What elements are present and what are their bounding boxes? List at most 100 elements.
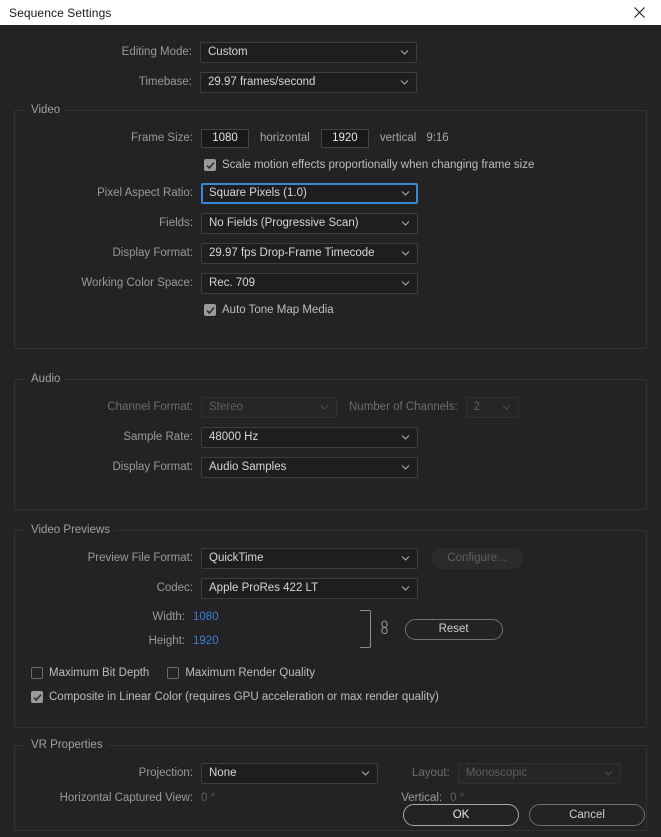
height-value[interactable]: 1920: [193, 635, 219, 647]
auto-tone-map-checkbox[interactable]: [204, 304, 216, 316]
sample-rate-value: 48000 Hz: [209, 431, 259, 443]
auto-tone-map-label: Auto Tone Map Media: [222, 304, 334, 316]
video-group: Video Frame Size: 1080 horizontal 1920 v…: [14, 104, 647, 349]
dimension-link-bracket: [359, 610, 371, 648]
dialog-footer: OK Cancel: [0, 793, 661, 837]
composite-linear-checkbox[interactable]: [31, 691, 43, 703]
fields-value: No Fields (Progressive Scan): [209, 217, 359, 229]
frame-height-input[interactable]: 1920: [320, 128, 369, 148]
sample-rate-row: Sample Rate: 48000 Hz: [15, 424, 646, 450]
video-display-format-value: 29.97 fps Drop-Frame Timecode: [209, 247, 375, 259]
layout-value: Monoscopic: [465, 767, 528, 779]
codec-value: Apple ProRes 422 LT: [209, 582, 319, 594]
editing-mode-value: Custom: [208, 46, 248, 58]
max-render-quality-label: Maximum Render Quality: [185, 667, 316, 679]
close-icon[interactable]: [617, 0, 661, 25]
width-row: Width:: [15, 605, 193, 629]
chevron-down-icon: [401, 433, 410, 442]
video-display-format-select[interactable]: 29.97 fps Drop-Frame Timecode: [201, 242, 418, 264]
number-of-channels-label: Number of Channels:: [349, 401, 458, 413]
configure-button: Configure...: [431, 547, 523, 569]
codec-row: Codec: Apple ProRes 422 LT: [15, 575, 646, 601]
pixel-aspect-select[interactable]: Square Pixels (1.0): [201, 182, 418, 204]
width-label: Width:: [152, 611, 185, 623]
preview-file-format-label: Preview File Format:: [87, 552, 193, 564]
layout-select: Monoscopic: [457, 762, 621, 784]
working-color-space-label: Working Color Space:: [81, 277, 193, 289]
chevron-down-icon: [320, 403, 329, 412]
auto-tone-map-checkbox-row[interactable]: Auto Tone Map Media: [204, 300, 646, 320]
max-bit-depth-checkbox[interactable]: [31, 667, 43, 679]
reset-button[interactable]: Reset: [404, 618, 503, 640]
audio-display-format-value: Audio Samples: [209, 461, 287, 473]
sequence-settings-dialog: Editing Mode: Custom Timebase: 29.97 fra…: [0, 25, 661, 837]
composite-linear-checkbox-row[interactable]: Composite in Linear Color (requires GPU …: [31, 687, 646, 707]
projection-value: None: [209, 767, 237, 779]
fields-label: Fields:: [159, 217, 193, 229]
chevron-down-icon: [400, 78, 409, 87]
height-label: Height:: [148, 635, 185, 647]
video-display-format-label: Display Format:: [112, 247, 193, 259]
timebase-value: 29.97 frames/second: [208, 76, 316, 88]
chevron-down-icon: [401, 554, 410, 563]
layout-label: Layout:: [412, 767, 450, 779]
scale-motion-checkbox[interactable]: [204, 159, 216, 171]
audio-group-legend: Audio: [26, 373, 66, 385]
audio-display-format-label: Display Format:: [112, 461, 193, 473]
working-color-space-select[interactable]: Rec. 709: [201, 272, 418, 294]
timebase-select[interactable]: 29.97 frames/second: [200, 71, 417, 93]
chevron-down-icon: [401, 463, 410, 472]
preview-file-format-select[interactable]: QuickTime: [201, 547, 418, 569]
pixel-aspect-row: Pixel Aspect Ratio: Square Pixels (1.0): [15, 180, 646, 206]
video-previews-group: Video Previews Preview File Format: Quic…: [14, 524, 647, 728]
chevron-down-icon: [401, 279, 410, 288]
frame-width-input[interactable]: 1080: [201, 128, 249, 148]
chevron-down-icon: [400, 48, 409, 57]
projection-select[interactable]: None: [201, 762, 378, 784]
sample-rate-select[interactable]: 48000 Hz: [201, 426, 418, 448]
preview-file-format-row: Preview File Format: QuickTime Configure…: [15, 545, 646, 571]
timebase-row: Timebase: 29.97 frames/second: [0, 69, 661, 95]
pixel-aspect-label: Pixel Aspect Ratio:: [97, 187, 193, 199]
pixel-aspect-value: Square Pixels (1.0): [209, 187, 307, 199]
preview-file-format-value: QuickTime: [209, 552, 264, 564]
video-display-format-row: Display Format: 29.97 fps Drop-Frame Tim…: [15, 240, 646, 266]
frame-size-row: Frame Size: 1080 horizontal 1920 vertica…: [15, 125, 646, 151]
chevron-down-icon: [401, 189, 410, 198]
ok-button[interactable]: OK: [403, 804, 519, 826]
aspect-ratio-text: 9:16: [426, 132, 449, 144]
scale-motion-checkbox-row[interactable]: Scale motion effects proportionally when…: [204, 155, 646, 175]
width-value[interactable]: 1080: [193, 611, 219, 623]
editing-mode-row: Editing Mode: Custom: [0, 39, 661, 65]
channel-format-value: Stereo: [209, 401, 243, 413]
vr-properties-group-legend: VR Properties: [26, 739, 108, 751]
chevron-down-icon: [401, 219, 410, 228]
chevron-down-icon: [401, 249, 410, 258]
number-of-channels-select: 2: [465, 396, 519, 418]
audio-display-format-row: Display Format: Audio Samples: [15, 454, 646, 480]
fields-row: Fields: No Fields (Progressive Scan): [15, 210, 646, 236]
cancel-button[interactable]: Cancel: [529, 804, 645, 826]
chevron-down-icon: [502, 403, 511, 412]
channel-format-label: Channel Format:: [107, 401, 193, 413]
codec-select[interactable]: Apple ProRes 422 LT: [201, 577, 418, 599]
height-row: Height:: [15, 629, 193, 653]
scale-motion-label: Scale motion effects proportionally when…: [222, 159, 535, 171]
chevron-down-icon: [361, 769, 370, 778]
audio-display-format-select[interactable]: Audio Samples: [201, 456, 418, 478]
max-bit-depth-checkbox-row[interactable]: Maximum Bit Depth Maximum Render Quality: [31, 663, 646, 683]
window-titlebar: Sequence Settings: [0, 0, 661, 25]
vertical-label: vertical: [379, 132, 417, 144]
projection-label: Projection:: [138, 767, 193, 779]
window-title: Sequence Settings: [9, 5, 112, 20]
max-render-quality-checkbox[interactable]: [167, 667, 180, 679]
number-of-channels-value: 2: [473, 401, 481, 413]
fields-select[interactable]: No Fields (Progressive Scan): [201, 212, 418, 234]
channel-format-select: Stereo: [201, 396, 337, 418]
chevron-down-icon: [604, 769, 613, 778]
editing-mode-select[interactable]: Custom: [200, 41, 417, 63]
chain-link-icon[interactable]: [380, 620, 389, 638]
horizontal-label: horizontal: [260, 132, 310, 144]
projection-row: Projection: None Layout: Monoscopic: [15, 760, 646, 786]
channel-format-row: Channel Format: Stereo Number of Channel…: [15, 394, 646, 420]
